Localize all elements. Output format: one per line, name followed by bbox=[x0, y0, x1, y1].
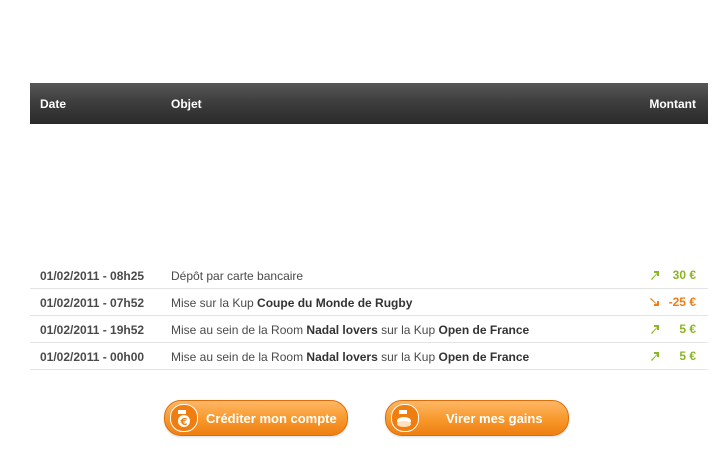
arrow-down-icon bbox=[650, 298, 659, 306]
room-name: Nadal lovers bbox=[306, 323, 378, 337]
row-description: Mise au sein de la Room Nadal lovers sur… bbox=[171, 350, 530, 364]
table-row: 01/02/2011 - 07h52 Mise sur la Kup Coupe… bbox=[30, 289, 708, 316]
transfer-winnings-button[interactable]: Virer mes gains bbox=[385, 400, 569, 436]
row-date: 01/02/2011 - 07h52 bbox=[40, 296, 145, 310]
room-name: Nadal lovers bbox=[306, 350, 378, 364]
credit-account-button[interactable]: € Créditer mon compte bbox=[164, 400, 348, 436]
row-amount: 5 € bbox=[679, 322, 696, 336]
coins-hand-icon bbox=[391, 404, 419, 432]
arrow-up-icon bbox=[651, 271, 659, 280]
transactions-list: 01/02/2011 - 08h25 Dépôt par carte banca… bbox=[30, 262, 708, 370]
svg-text:€: € bbox=[180, 417, 188, 428]
arrow-up-icon bbox=[651, 352, 659, 361]
row-description: Mise au sein de la Room Nadal lovers sur… bbox=[171, 323, 530, 337]
row-date: 01/02/2011 - 19h52 bbox=[40, 323, 145, 337]
table-header: Date Objet Montant bbox=[30, 83, 708, 124]
table-row: 01/02/2011 - 08h25 Dépôt par carte banca… bbox=[30, 262, 708, 289]
row-amount: 30 € bbox=[672, 268, 696, 282]
euro-coin-icon: € bbox=[170, 404, 198, 432]
arrow-up-icon bbox=[651, 325, 659, 334]
credit-account-label: Créditer mon compte bbox=[206, 411, 337, 426]
table-row: 01/02/2011 - 00h00 Mise au sein de la Ro… bbox=[30, 343, 708, 370]
row-amount: 5 € bbox=[679, 349, 696, 363]
row-description: Dépôt par carte bancaire bbox=[171, 269, 304, 283]
transfer-winnings-label: Virer mes gains bbox=[446, 411, 543, 426]
row-description: Mise sur la Kup Coupe du Monde de Rugby bbox=[171, 296, 413, 310]
kup-name: Open de France bbox=[438, 323, 530, 337]
kup-name: Coupe du Monde de Rugby bbox=[257, 296, 413, 310]
table-row: 01/02/2011 - 19h52 Mise au sein de la Ro… bbox=[30, 316, 708, 343]
column-date: Date bbox=[40, 97, 67, 111]
column-montant: Montant bbox=[649, 97, 696, 111]
kup-name: Open de France bbox=[438, 350, 530, 364]
row-amount: -25 € bbox=[668, 295, 696, 309]
column-objet: Objet bbox=[171, 97, 202, 111]
row-date: 01/02/2011 - 08h25 bbox=[40, 269, 145, 283]
row-date: 01/02/2011 - 00h00 bbox=[40, 350, 145, 364]
